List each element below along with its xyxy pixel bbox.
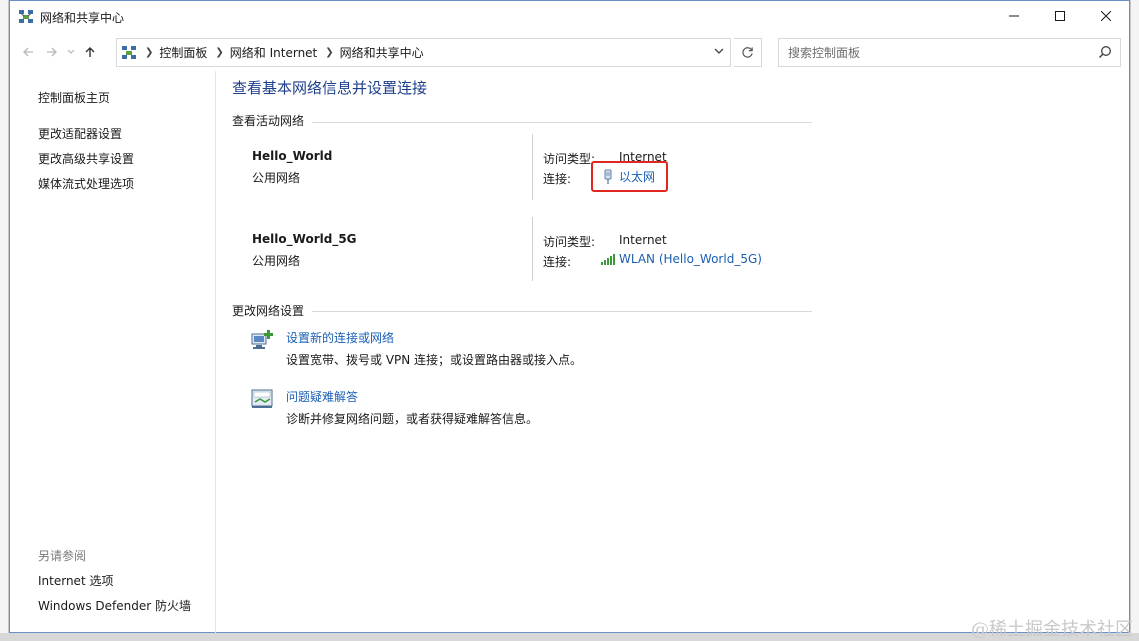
network-center-icon	[122, 45, 136, 59]
wlan-connection-label[interactable]: WLAN (Hello_World_5G)	[619, 252, 762, 266]
recent-locations-button[interactable]	[64, 40, 78, 64]
left-navigation-pane: 控制面板主页 更改适配器设置 更改高级共享设置 媒体流式处理选项 另请参阅 In…	[10, 71, 216, 633]
background-window-left	[0, 0, 9, 641]
troubleshoot-problems-description: 诊断并修复网络问题，或者获得疑难解答信息。	[286, 412, 539, 426]
internet-options-link[interactable]: Internet 选项	[38, 572, 113, 589]
back-button[interactable]	[16, 40, 40, 64]
section-divider	[312, 311, 812, 312]
forward-arrow-icon	[47, 47, 57, 57]
windows-defender-firewall-link[interactable]: Windows Defender 防火墙	[38, 597, 191, 614]
network-name: Hello_World	[252, 149, 333, 163]
search-icon[interactable]	[1098, 45, 1112, 59]
connection-label: 连接:	[543, 255, 572, 269]
troubleshoot-icon	[251, 389, 273, 408]
close-button[interactable]	[1083, 1, 1129, 31]
setup-new-connection-description: 设置宽带、拨号或 VPN 连接；或设置路由器或接入点。	[286, 353, 583, 367]
page-title: 查看基本网络信息并设置连接	[232, 79, 428, 97]
connection-label: 连接:	[543, 172, 572, 186]
address-bar[interactable]: ❯ 控制面板 ❯ 网络和 Internet ❯ 网络和共享中心	[116, 38, 731, 67]
background-window-right	[1130, 0, 1139, 641]
media-streaming-options-link[interactable]: 媒体流式处理选项	[38, 175, 134, 192]
address-dropdown-button[interactable]	[714, 45, 724, 58]
troubleshoot-problems-link[interactable]: 问题疑难解答	[286, 388, 358, 405]
network-sharing-center-window: 网络和共享中心 ❯ 控制面板 ❯ 网络和 Internet ❯ 网络和共享中心 …	[9, 0, 1130, 633]
breadcrumb-network-internet[interactable]: 网络和 Internet	[230, 44, 317, 61]
breadcrumb-separator-icon: ❯	[145, 47, 154, 58]
refresh-button[interactable]	[734, 38, 762, 67]
network-name: Hello_World_5G	[252, 232, 357, 246]
up-button[interactable]	[78, 40, 102, 64]
access-type-label: 访问类型:	[543, 235, 596, 249]
title-bar[interactable]: 网络和共享中心	[10, 1, 1129, 33]
change-advanced-sharing-link[interactable]: 更改高级共享设置	[38, 150, 134, 167]
see-also-heading: 另请参阅	[38, 549, 87, 563]
highlight-annotation-box	[591, 161, 668, 192]
active-networks-heading: 查看活动网络	[232, 114, 305, 128]
chevron-down-icon	[714, 48, 724, 54]
watermark: @稀土掘金技术社区	[971, 619, 1133, 640]
network-category: 公用网络	[252, 254, 301, 268]
network-divider	[532, 217, 533, 281]
access-type-value: Internet	[619, 233, 667, 247]
breadcrumb-separator-icon: ❯	[215, 47, 224, 58]
new-connection-icon	[251, 330, 273, 349]
breadcrumb-network-sharing-center[interactable]: 网络和共享中心	[340, 44, 424, 61]
search-input[interactable]	[788, 45, 1088, 60]
navigation-bar: ❯ 控制面板 ❯ 网络和 Internet ❯ 网络和共享中心	[10, 33, 1129, 71]
network-divider	[532, 134, 533, 200]
section-divider	[312, 122, 812, 123]
wifi-signal-icon	[601, 254, 615, 265]
maximize-button[interactable]	[1037, 1, 1083, 31]
change-settings-heading: 更改网络设置	[232, 304, 305, 318]
breadcrumb-separator-icon: ❯	[325, 47, 334, 58]
minimize-icon	[1009, 15, 1019, 17]
search-box[interactable]	[778, 38, 1121, 67]
access-type-label: 访问类型:	[543, 152, 596, 166]
wlan-connection-link[interactable]: WLAN (Hello_World_5G)	[600, 251, 762, 267]
up-arrow-icon	[85, 47, 95, 57]
background-taskbar-edge	[0, 633, 1139, 641]
chevron-down-icon	[67, 49, 75, 54]
network-center-icon	[19, 10, 33, 23]
window-title: 网络和共享中心	[40, 10, 125, 25]
setup-new-connection-link[interactable]: 设置新的连接或网络	[286, 329, 394, 346]
breadcrumb-control-panel[interactable]: 控制面板	[159, 44, 207, 61]
back-arrow-icon	[23, 47, 33, 57]
maximize-icon	[1055, 11, 1065, 21]
change-adapter-settings-link[interactable]: 更改适配器设置	[38, 125, 122, 142]
minimize-button[interactable]	[991, 1, 1037, 31]
forward-button[interactable]	[40, 40, 64, 64]
control-panel-home-link[interactable]: 控制面板主页	[38, 89, 110, 106]
refresh-icon	[742, 47, 753, 58]
close-icon	[1101, 11, 1111, 21]
network-category: 公用网络	[252, 171, 301, 185]
